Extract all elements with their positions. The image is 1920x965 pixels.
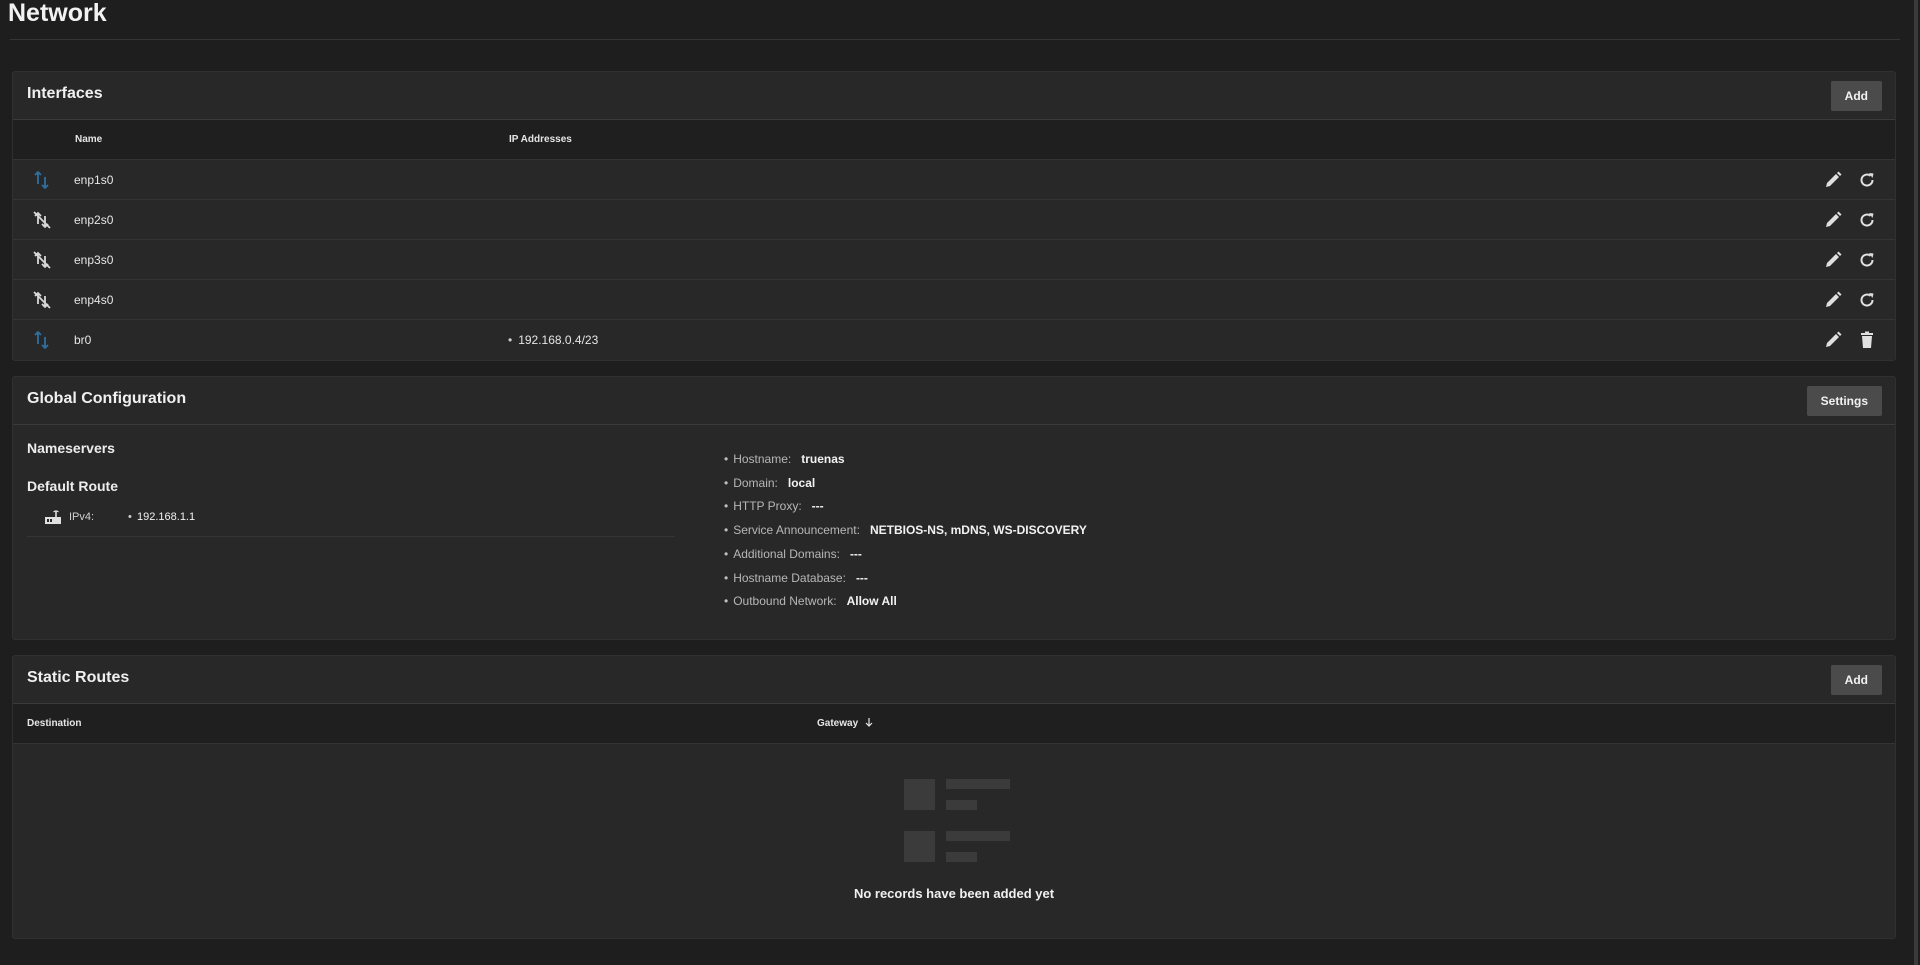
interface-row[interactable]: enp4s0 (13, 280, 1895, 320)
edit-icon[interactable] (1823, 330, 1843, 350)
column-header-name[interactable]: Name (75, 134, 102, 145)
link-up-icon (31, 329, 53, 351)
domain-value: local (787, 476, 816, 490)
scrollbar-thumb[interactable] (1914, 0, 1918, 965)
global-configuration-card: Global Configuration Settings Nameserver… (12, 376, 1896, 640)
sort-arrow-down-icon (865, 718, 873, 729)
http-proxy-label: HTTP Proxy: (724, 499, 802, 513)
global-configuration-header: Global Configuration Settings (13, 377, 1895, 425)
interface-name: enp2s0 (74, 213, 114, 227)
interfaces-table-header: Name IP Addresses (13, 120, 1895, 160)
interface-name: enp1s0 (74, 173, 114, 187)
delete-icon[interactable] (1857, 330, 1877, 350)
hostname-detail: Hostname: truenas (724, 452, 845, 466)
ipv4-label: IPv4: (69, 511, 95, 523)
refresh-icon[interactable] (1857, 290, 1877, 310)
empty-state-text: No records have been added yet (853, 886, 1055, 901)
refresh-icon[interactable] (1857, 170, 1877, 190)
column-header-destination[interactable]: Destination (27, 718, 81, 729)
http-proxy-detail: HTTP Proxy: --- (724, 499, 824, 513)
empty-state: No records have been added yet (13, 744, 1895, 939)
page-title: Network (8, 0, 107, 27)
service-announcement-detail: Service Announcement: NETBIOS-NS, mDNS, W… (724, 523, 1087, 537)
edit-icon[interactable] (1823, 290, 1843, 310)
link-down-icon (31, 289, 53, 311)
gateway-label: Gateway (817, 718, 859, 729)
router-icon (44, 508, 62, 526)
hostname-label: Hostname: (724, 452, 791, 466)
service-announcement-label: Service Announcement: (724, 523, 860, 537)
domain-detail: Domain: local (724, 476, 815, 490)
http-proxy-value: --- (811, 499, 824, 513)
scrollbar[interactable] (1910, 0, 1920, 965)
interface-row[interactable]: enp1s0 (13, 160, 1895, 200)
static-routes-header: Static Routes Add (13, 656, 1895, 704)
ipv4-bullet: • (128, 511, 132, 523)
service-announcement-value: NETBIOS-NS, mDNS, WS-DISCOVERY (869, 523, 1087, 537)
link-down-icon (31, 209, 53, 231)
hostname-value: truenas (801, 452, 845, 466)
outbound-network-value: Allow All (846, 594, 897, 608)
static-routes-table-header: Destination Gateway (13, 704, 1895, 744)
interface-name: enp4s0 (74, 293, 114, 307)
interfaces-card: Interfaces Add Name IP Addresses enp1s0 … (12, 71, 1896, 361)
hostname-database-detail: Hostname Database: --- (724, 571, 868, 585)
refresh-icon[interactable] (1857, 210, 1877, 230)
additional-domains-value: --- (849, 547, 862, 561)
interface-row[interactable]: br0 192.168.0.4/23 (13, 320, 1895, 360)
link-up-icon (31, 169, 53, 191)
interface-name: enp3s0 (74, 253, 114, 267)
empty-list-icon (902, 777, 1012, 867)
interfaces-title: Interfaces (27, 85, 103, 102)
default-route-title: Default Route (27, 478, 118, 494)
interfaces-header: Interfaces Add (13, 72, 1895, 120)
static-routes-title: Static Routes (27, 669, 130, 686)
global-configuration-title: Global Configuration (27, 390, 187, 407)
settings-button[interactable]: Settings (1806, 386, 1882, 416)
additional-domains-detail: Additional Domains: --- (724, 547, 862, 561)
static-routes-card: Static Routes Add Destination Gateway No… (12, 655, 1896, 939)
edit-icon[interactable] (1823, 170, 1843, 190)
interface-row[interactable]: enp2s0 (13, 200, 1895, 240)
outbound-network-detail: Outbound Network: Allow All (724, 594, 897, 608)
outbound-network-label: Outbound Network: (724, 594, 837, 608)
edit-icon[interactable] (1823, 210, 1843, 230)
default-route-divider (27, 536, 675, 537)
add-static-route-button[interactable]: Add (1830, 665, 1882, 695)
additional-domains-label: Additional Domains: (724, 547, 840, 561)
domain-label: Domain: (724, 476, 778, 490)
ip-address: 192.168.0.4/23 (508, 333, 598, 347)
ipv4-value: 192.168.1.1 (137, 511, 196, 523)
interface-name: br0 (74, 333, 92, 347)
refresh-icon[interactable] (1857, 250, 1877, 270)
edit-icon[interactable] (1823, 250, 1843, 270)
nameservers-title: Nameservers (27, 440, 115, 456)
column-header-gateway[interactable]: Gateway (817, 718, 873, 729)
interface-row[interactable]: enp3s0 (13, 240, 1895, 280)
hostname-database-label: Hostname Database: (724, 571, 846, 585)
hostname-database-value: --- (855, 571, 868, 585)
link-down-icon (31, 249, 53, 271)
column-header-ip-addresses[interactable]: IP Addresses (509, 134, 572, 145)
add-interface-button[interactable]: Add (1830, 81, 1882, 111)
title-divider (10, 39, 1900, 40)
